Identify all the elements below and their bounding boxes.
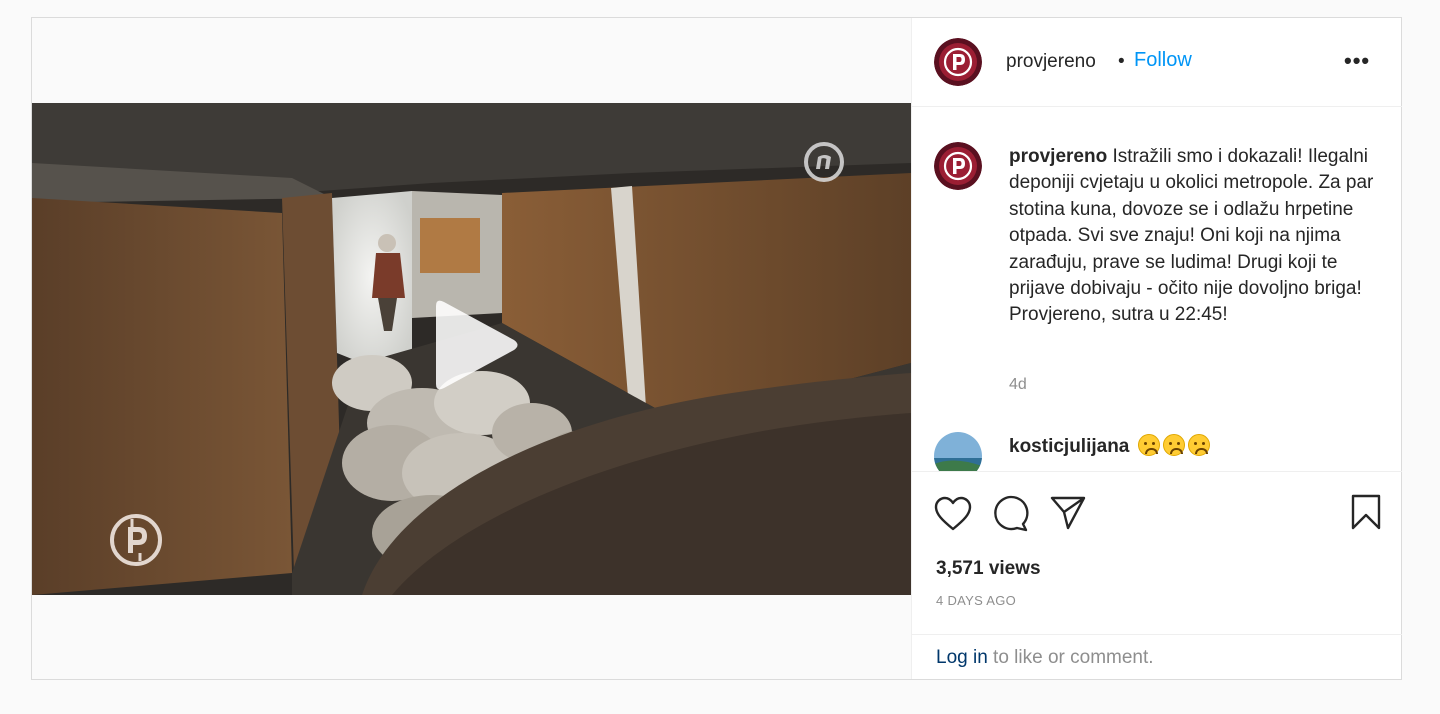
- post-sidebar: provjereno • Follow ••• provjereno Istra…: [911, 18, 1402, 679]
- commenter-avatar[interactable]: [934, 432, 982, 471]
- share-icon[interactable]: [1049, 495, 1087, 531]
- sad-face-emoji-icon: [1187, 434, 1210, 456]
- caption-text: Istražili smo i dokazali! Ilegalni depon…: [1009, 146, 1374, 326]
- separator-dot: •: [1118, 51, 1125, 72]
- comment-icon[interactable]: [993, 495, 1029, 533]
- bookmark-icon[interactable]: [1350, 493, 1382, 531]
- post-header: provjereno • Follow •••: [912, 18, 1402, 107]
- caption-timestamp[interactable]: 4d: [1009, 376, 1027, 394]
- login-prompt-text: to like or comment.: [987, 647, 1154, 668]
- follow-button[interactable]: Follow: [1134, 49, 1192, 72]
- video-player[interactable]: [32, 103, 911, 595]
- caption-username[interactable]: provjereno: [1009, 146, 1107, 167]
- provjereno-logo-watermark: [110, 514, 162, 566]
- post-date: 4 DAYS AGO: [936, 593, 1017, 608]
- post-media: [32, 18, 911, 679]
- comments-section[interactable]: provjereno Istražili smo i dokazali! Ile…: [912, 108, 1402, 471]
- heart-icon[interactable]: [934, 496, 972, 532]
- login-link[interactable]: Log in: [936, 647, 988, 668]
- instagram-post: provjereno • Follow ••• provjereno Istra…: [31, 17, 1402, 680]
- view-count[interactable]: 3,571 views: [936, 558, 1041, 580]
- sad-face-emoji-icon: [1162, 434, 1185, 456]
- caption-author-avatar[interactable]: [934, 142, 982, 190]
- login-prompt: Log in to like or comment.: [912, 634, 1402, 679]
- network-logo-watermark: [804, 142, 844, 182]
- commenter-username[interactable]: kosticjulijana: [1009, 436, 1129, 457]
- post-caption: provjereno Istražili smo i dokazali! Ile…: [1009, 144, 1379, 329]
- comment-item: kosticjulijana: [1009, 434, 1210, 458]
- more-options-icon[interactable]: •••: [1344, 48, 1370, 74]
- sad-face-emoji-icon: [1137, 434, 1160, 456]
- author-avatar[interactable]: [934, 38, 982, 86]
- post-actions: 3,571 views 4 DAYS AGO: [912, 471, 1402, 634]
- play-icon[interactable]: [430, 296, 522, 394]
- author-username[interactable]: provjereno: [1006, 51, 1096, 73]
